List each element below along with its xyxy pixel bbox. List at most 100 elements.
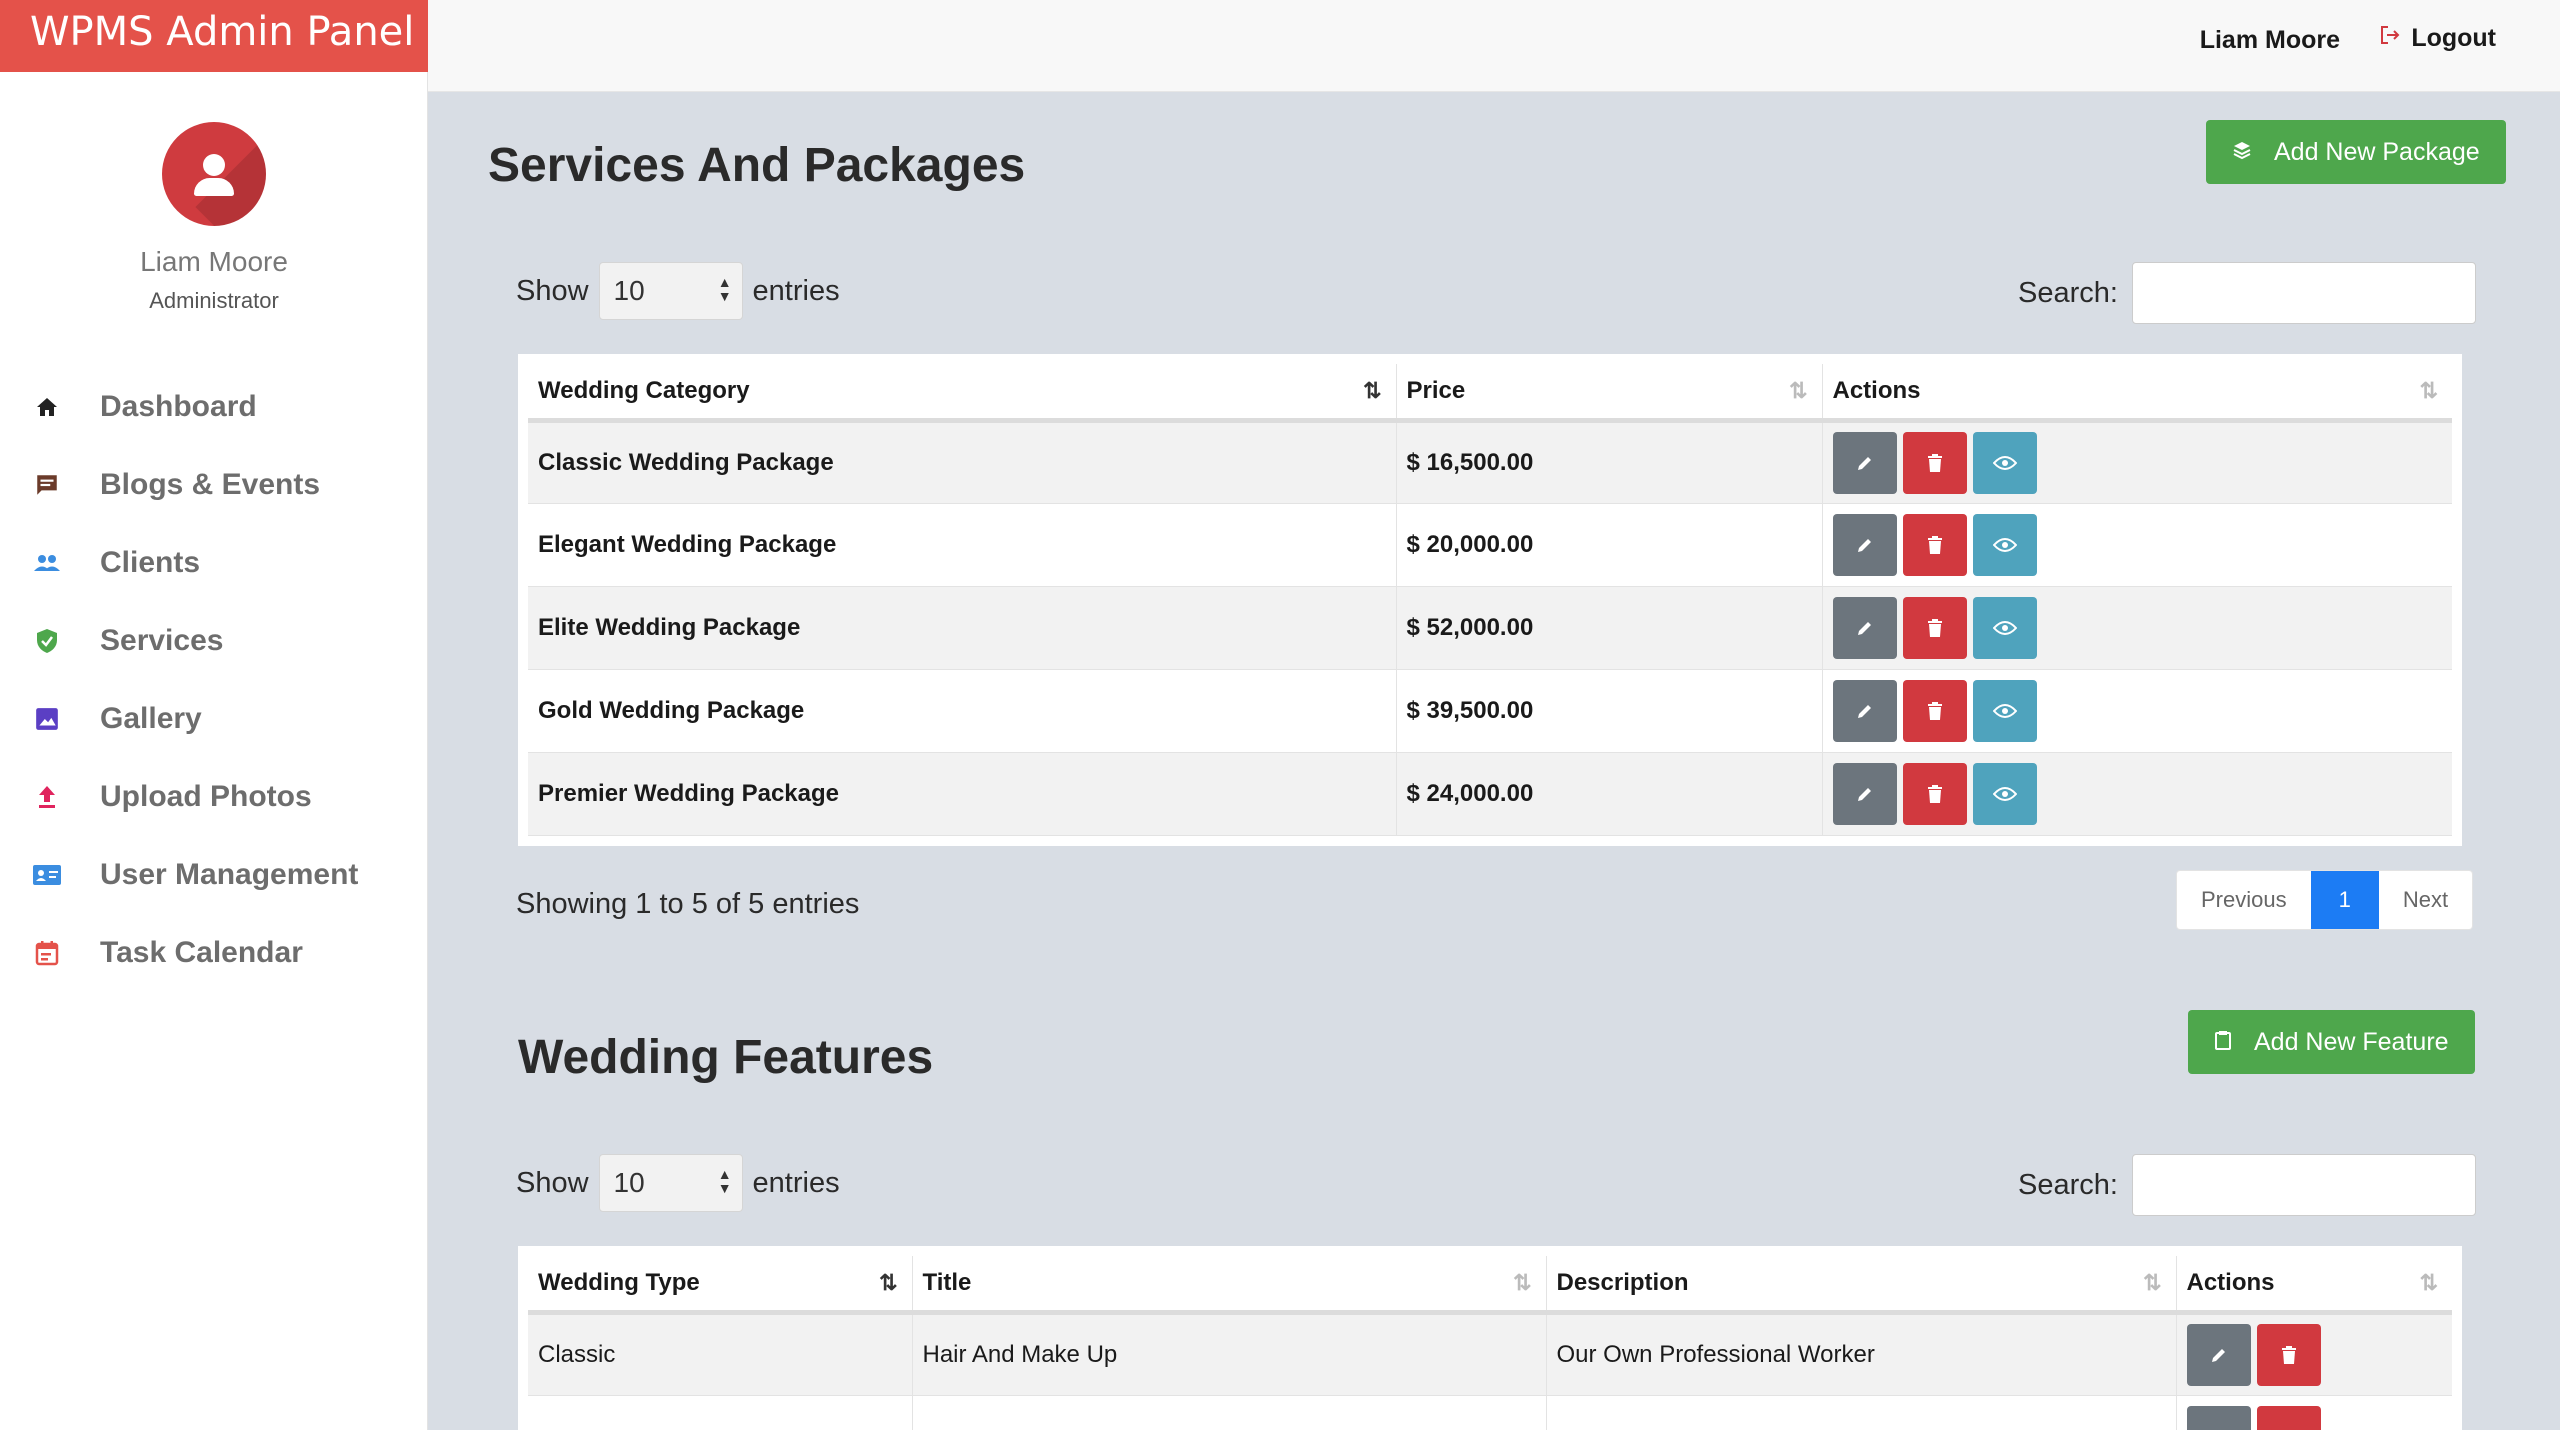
trash-icon — [1927, 618, 1942, 637]
pencil-icon — [1857, 787, 1871, 801]
upload-icon — [32, 782, 62, 812]
page-1-button[interactable]: 1 — [2310, 871, 2379, 929]
delete-button[interactable] — [1902, 596, 1967, 659]
features-page-size-select[interactable]: 10 ▲ ▼ — [598, 1154, 743, 1212]
view-button[interactable] — [1972, 431, 2037, 494]
sidebar-item-dashboard[interactable]: Dashboard — [0, 368, 428, 446]
sort-icon: ⇅ — [2419, 378, 2438, 403]
cell-category: Gold Wedding Package — [528, 669, 1397, 753]
cell-actions — [1822, 420, 2452, 504]
column-header-wedding-category[interactable]: Wedding Category ⇅ — [528, 364, 1397, 423]
edit-button[interactable] — [2186, 1323, 2251, 1386]
table-row — [528, 1395, 2452, 1430]
packages-search-input[interactable] — [2131, 262, 2476, 324]
trash-icon — [1927, 453, 1942, 472]
delete-button[interactable] — [1902, 762, 1967, 825]
sidebar-item-label: Blogs & Events — [100, 468, 321, 501]
sort-icon: ⇅ — [1513, 1270, 1532, 1295]
pencil-icon — [1857, 538, 1871, 552]
edit-button[interactable] — [1832, 762, 1897, 825]
trash-icon — [1927, 701, 1942, 720]
top-bar: Liam Moore Logout — [428, 0, 2560, 92]
brand-title[interactable]: WPMS Admin Panel — [0, 0, 428, 72]
profile-name: Liam Moore — [140, 246, 288, 277]
sidebar-item-gallery[interactable]: Gallery — [0, 680, 428, 758]
delete-button[interactable] — [1902, 431, 1967, 494]
sidebar-item-clients[interactable]: Clients — [0, 524, 428, 602]
delete-button[interactable] — [1902, 679, 1967, 742]
delete-button[interactable] — [2256, 1405, 2321, 1430]
search-label: Search: — [2018, 1168, 2118, 1201]
packages-table-info: Showing 1 to 5 of 5 entries — [516, 888, 860, 920]
features-table: Wedding Type ⇅ Title ⇅ Description ⇅ Action… — [528, 1256, 2452, 1430]
cell-title: Hair And Make Up — [912, 1312, 1547, 1396]
view-button[interactable] — [1972, 513, 2037, 576]
previous-page-button[interactable]: Previous — [2177, 871, 2311, 929]
search-label: Search: — [2018, 276, 2118, 309]
delete-button[interactable] — [2256, 1323, 2321, 1386]
add-feature-label: Add New Feature — [2254, 1027, 2449, 1056]
column-header-title[interactable]: Title ⇅ — [912, 1256, 1547, 1315]
delete-button[interactable] — [1902, 513, 1967, 576]
cell-description — [1546, 1395, 2177, 1430]
view-button[interactable] — [1972, 762, 2037, 825]
sidebar-item-user-management[interactable]: User Management — [0, 836, 428, 914]
cell-actions — [1822, 586, 2452, 670]
sidebar-item-label: Upload Photos — [100, 780, 312, 813]
edit-button[interactable] — [2186, 1405, 2251, 1430]
view-button[interactable] — [1972, 679, 2037, 742]
column-header-description[interactable]: Description ⇅ — [1546, 1256, 2177, 1315]
features-search-input[interactable] — [2131, 1154, 2476, 1216]
eye-icon — [1992, 455, 2017, 470]
sidebar-item-label: Clients — [100, 546, 201, 579]
sort-icon: ⇅ — [879, 1270, 898, 1295]
column-header-wedding-type[interactable]: Wedding Type ⇅ — [528, 1256, 913, 1315]
cell-actions — [2176, 1395, 2452, 1430]
trash-icon — [1927, 784, 1942, 803]
cell-category: Elegant Wedding Package — [528, 503, 1397, 587]
cell-actions — [1822, 752, 2452, 836]
features-table-card: Wedding Type ⇅ Title ⇅ Description ⇅ Action… — [518, 1246, 2462, 1430]
edit-button[interactable] — [1832, 679, 1897, 742]
sidebar-item-blogs-events[interactable]: Blogs & Events — [0, 446, 428, 524]
current-user-name[interactable]: Liam Moore — [2200, 26, 2340, 55]
column-header-actions[interactable]: Actions ⇅ — [2176, 1256, 2452, 1315]
logout-button[interactable]: Logout — [2379, 24, 2496, 53]
sidebar-item-services[interactable]: Services — [0, 602, 428, 680]
id-card-icon — [32, 860, 62, 890]
table-row: Premier Wedding Package $ 24,000.00 — [528, 752, 2452, 836]
calendar-icon — [32, 938, 62, 968]
sidebar-item-upload-photos[interactable]: Upload Photos — [0, 758, 428, 836]
page-size-value: 10 — [613, 275, 645, 306]
add-package-button[interactable]: Add New Package — [2206, 120, 2506, 184]
packages-length-control: Show 10 ▲ ▼ entries — [516, 262, 840, 320]
add-feature-button[interactable]: Add New Feature — [2188, 1010, 2475, 1074]
sidebar-nav: Dashboard Blogs & Events Clients Service… — [0, 368, 428, 992]
cell-category: Classic Wedding Package — [528, 420, 1397, 504]
cell-type — [528, 1395, 913, 1430]
eye-icon — [1992, 786, 2017, 801]
column-header-price[interactable]: Price ⇅ — [1396, 364, 1823, 423]
table-row: Elegant Wedding Package $ 20,000.00 — [528, 503, 2452, 587]
packages-table-card: Wedding Category ⇅ Price ⇅ Actions ⇅ Classi… — [518, 354, 2462, 846]
entries-label: entries — [752, 274, 840, 307]
edit-button[interactable] — [1832, 513, 1897, 576]
edit-button[interactable] — [1832, 596, 1897, 659]
sort-icon: ⇅ — [2143, 1270, 2162, 1295]
profile-card: Liam Moore Administrator — [0, 122, 428, 314]
page-size-value: 10 — [613, 1167, 645, 1198]
packages-page-size-select[interactable]: 10 ▲ ▼ — [598, 262, 743, 320]
entries-label: entries — [752, 1166, 840, 1199]
select-arrows-icon: ▲ ▼ — [717, 1166, 732, 1196]
column-header-actions[interactable]: Actions ⇅ — [1822, 364, 2452, 423]
table-row: Classic Hair And Make Up Our Own Profess… — [528, 1312, 2452, 1396]
image-icon — [32, 704, 62, 734]
sidebar-item-task-calendar[interactable]: Task Calendar — [0, 914, 428, 992]
edit-button[interactable] — [1832, 431, 1897, 494]
packages-pagination: Previous 1 Next — [2176, 870, 2474, 930]
comment-icon — [32, 470, 62, 500]
users-icon — [32, 548, 62, 578]
next-page-button[interactable]: Next — [2379, 871, 2472, 929]
sidebar-item-label: Gallery — [100, 702, 202, 735]
view-button[interactable] — [1972, 596, 2037, 659]
